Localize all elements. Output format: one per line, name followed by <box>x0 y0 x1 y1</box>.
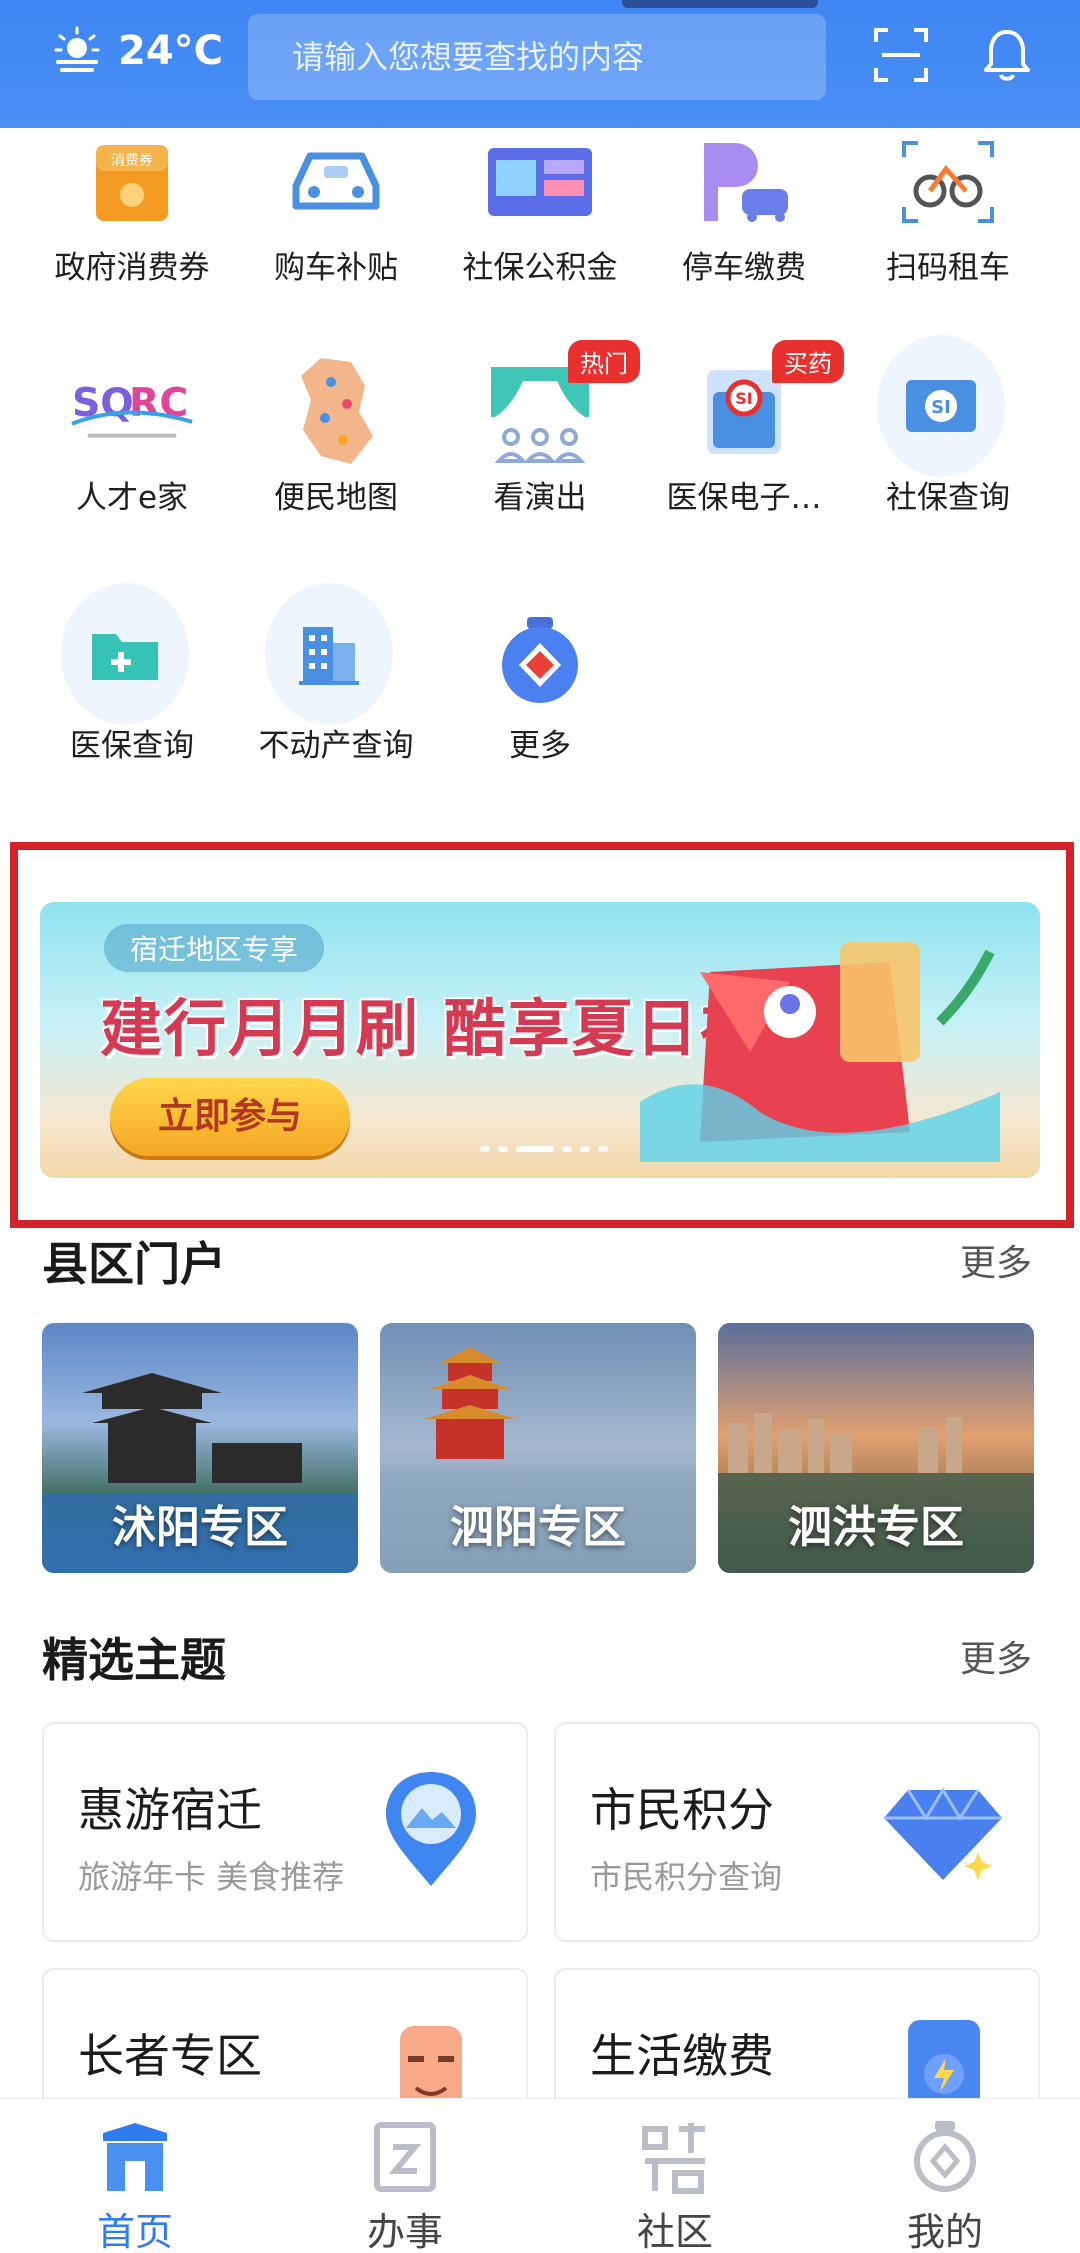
nav-tab-home[interactable]: 首页 <box>0 2099 270 2253</box>
service-item-more[interactable]: 更多 <box>440 596 640 826</box>
profile-icon <box>914 2121 976 2192</box>
themes-section-title: 精选主题 <box>42 1633 226 1687</box>
service-label: 更多 <box>509 728 571 764</box>
county-name: 泗阳专区 <box>450 1502 626 1553</box>
service-label: 政府消费券 <box>54 250 210 286</box>
social-security-icon-wrap: SI <box>877 335 1005 477</box>
social-fund-icon <box>476 118 604 246</box>
bike-icon <box>884 118 1012 246</box>
summer-gift-illustration <box>640 942 1000 1162</box>
nav-tab-profile[interactable]: 我的 <box>810 2099 1080 2253</box>
county-card-sihong[interactable]: 泗洪专区 <box>718 1323 1034 1573</box>
theme-subtitle: 旅游年卡 美食推荐 <box>78 1858 345 1896</box>
nav-label: 首页 <box>96 2210 173 2253</box>
theme-title: 生活缴费 <box>590 2029 774 2083</box>
carousel-dot[interactable] <box>580 1146 590 1152</box>
service-label: 不动产查询 <box>258 728 414 764</box>
badge-buy-medicine: 买药 <box>772 340 844 383</box>
bottom-nav: 首页 办事 社区 我的 <box>0 2098 1080 2253</box>
svg-text:SI: SI <box>931 397 951 418</box>
nav-label: 我的 <box>906 2210 983 2253</box>
service-label: 社保公积金 <box>462 250 618 286</box>
service-item-talent[interactable]: SQ RC 人才e家 <box>32 348 232 578</box>
nav-label: 办事 <box>366 2210 443 2253</box>
service-item-medical-card[interactable]: SI 买药 医保电子… <box>644 340 844 578</box>
talent-logo-icon: SQ RC <box>68 348 196 476</box>
nav-tab-services[interactable]: 办事 <box>270 2099 540 2253</box>
community-icon <box>642 2123 705 2194</box>
service-label: 医保查询 <box>70 728 194 764</box>
service-icon <box>374 2122 436 2192</box>
parking-icon <box>680 118 808 246</box>
county-section-title: 县区门户 <box>42 1237 226 1291</box>
map-icon <box>272 348 400 476</box>
theme-title: 惠游宿迁 <box>78 1783 262 1837</box>
theme-card-points[interactable]: 市民积分 市民积分查询 <box>554 1722 1040 1942</box>
car-icon <box>272 118 400 246</box>
service-label: 购车补贴 <box>274 250 398 286</box>
service-item-theater[interactable]: 热门 看演出 <box>440 340 640 578</box>
banner-tag: 宿迁地区专享 <box>104 924 325 972</box>
building-icon-wrap <box>265 583 393 725</box>
promo-banner[interactable]: 宿迁地区专享 建行月月刷 酷享夏日礼 立即参与 <box>40 902 1040 1178</box>
service-label: 看演出 <box>493 480 587 516</box>
service-item-medical-query[interactable]: 医保查询 <box>32 583 232 826</box>
service-item-bike-rental[interactable]: 扫码租车 <box>848 118 1048 348</box>
service-item-property-query[interactable]: 不动产查询 <box>236 583 436 826</box>
carousel-dot[interactable] <box>480 1146 490 1152</box>
theme-card-tourism[interactable]: 惠游宿迁 旅游年卡 美食推荐 <box>42 1722 528 1942</box>
carousel-dot[interactable] <box>562 1146 572 1152</box>
medical-folder-icon-wrap <box>61 583 189 725</box>
carousel-dot-active[interactable] <box>516 1146 554 1152</box>
search-input[interactable]: 请输入您想要查找的内容 <box>248 14 826 100</box>
service-label: 便民地图 <box>274 480 398 516</box>
county-card-shuyang[interactable]: 沭阳专区 <box>42 1323 358 1573</box>
county-name: 沭阳专区 <box>112 1502 288 1553</box>
join-now-button[interactable]: 立即参与 <box>110 1078 350 1156</box>
medical-folder-icon <box>61 583 189 725</box>
social-security-icon: SI <box>877 335 1005 477</box>
carousel-dot[interactable] <box>598 1146 608 1152</box>
service-item-parking[interactable]: 停车缴费 <box>644 118 844 348</box>
service-item-social-security[interactable]: SI 社保查询 <box>848 335 1048 578</box>
county-more-link[interactable]: 更多 <box>960 1234 1032 1286</box>
coupon-icon: 消费券 <box>68 118 196 246</box>
location-pin-icon <box>386 1772 476 1886</box>
home-icon <box>103 2123 167 2191</box>
top-header: 24°C 请输入您想要查找的内容 <box>0 0 1080 128</box>
diamond-icon <box>884 1787 1002 1880</box>
weather-widget[interactable]: 24°C <box>50 24 223 78</box>
service-item-coupon[interactable]: 消费券 政府消费券 <box>32 118 232 348</box>
more-icon <box>476 596 604 724</box>
nav-tab-community[interactable]: 社区 <box>540 2099 810 2253</box>
carousel-dot[interactable] <box>498 1146 508 1152</box>
building-icon <box>265 583 393 725</box>
scan-icon[interactable] <box>870 24 932 86</box>
county-card-siyang[interactable]: 泗阳专区 <box>380 1323 696 1573</box>
sun-cloud-icon <box>54 26 100 72</box>
service-label: 停车缴费 <box>682 250 806 286</box>
service-item-map[interactable]: 便民地图 <box>236 348 436 578</box>
theme-title: 长者专区 <box>78 2029 262 2083</box>
service-label: 扫码租车 <box>886 250 1010 286</box>
status-notch <box>622 0 818 8</box>
bell-icon[interactable] <box>976 24 1038 86</box>
theme-title: 市民积分 <box>590 1783 774 1837</box>
theme-subtitle: 市民积分查询 <box>590 1858 783 1896</box>
service-item-social-fund[interactable]: 社保公积金 <box>440 118 640 348</box>
themes-more-link[interactable]: 更多 <box>960 1630 1032 1682</box>
temperature-text: 24°C <box>118 28 224 74</box>
svg-text:SI: SI <box>735 389 752 408</box>
service-item-car-subsidy[interactable]: 购车补贴 <box>236 118 436 348</box>
svg-text:消费券: 消费券 <box>111 153 153 169</box>
badge-hot: 热门 <box>568 340 640 383</box>
nav-label: 社区 <box>636 2210 713 2253</box>
service-label: 医保电子… <box>666 480 822 516</box>
carousel-dots[interactable] <box>480 1146 608 1152</box>
county-name: 泗洪专区 <box>788 1502 964 1553</box>
service-label: 社保查询 <box>886 480 1010 516</box>
service-label: 人才e家 <box>75 480 189 516</box>
